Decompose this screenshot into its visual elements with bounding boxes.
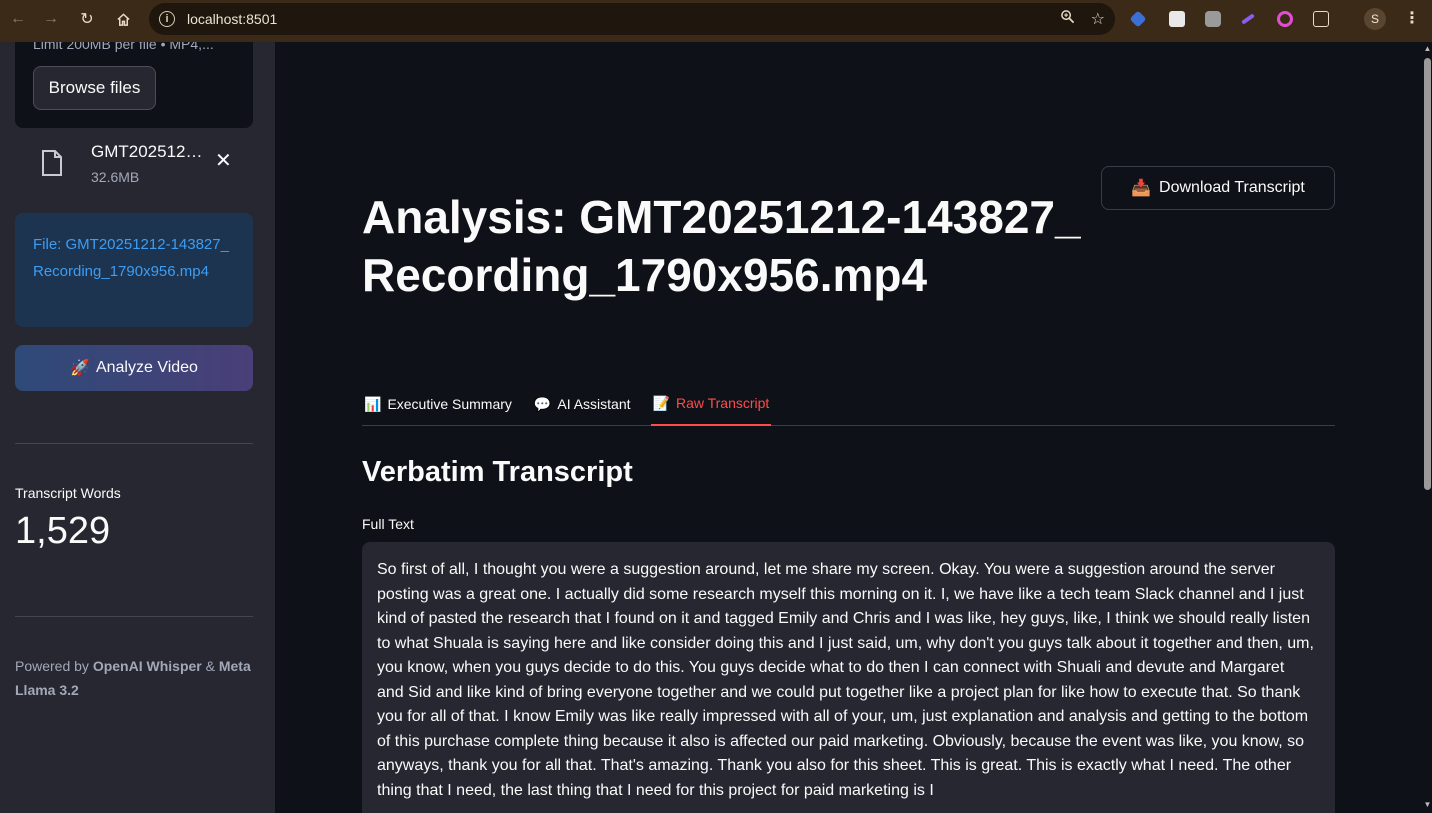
- upload-limit-text: Limit 200MB per file • MP4,...: [33, 42, 214, 52]
- reload-icon[interactable]: ↻: [69, 0, 105, 38]
- sidebar-divider: [15, 616, 253, 617]
- uploaded-file-row: GMT20251212-143827_Recording_1790x956.mp…: [15, 138, 253, 190]
- transcript-textarea[interactable]: So first of all, I thought you were a su…: [362, 542, 1335, 813]
- forward-icon[interactable]: →: [33, 0, 69, 38]
- download-transcript-button[interactable]: 📥 Download Transcript: [1101, 166, 1335, 210]
- browser-toolbar: ← → ↻ i localhost:8501 ☆ S ⋮: [0, 0, 1432, 38]
- rocket-icon: 🚀: [70, 360, 90, 377]
- tab-label: Raw Transcript: [675, 395, 770, 411]
- speech-bubble-icon: 💬: [533, 395, 552, 412]
- site-info-icon[interactable]: i: [159, 11, 175, 27]
- profile-avatar[interactable]: S: [1364, 8, 1386, 30]
- memo-icon: 📝: [652, 394, 670, 411]
- tab-raw-transcript[interactable]: 📝 Raw Transcript: [650, 382, 772, 426]
- extensions-puzzle-icon[interactable]: [1313, 0, 1329, 38]
- tab-bar: 📊 Executive Summary 💬 AI Assistant 📝 Raw…: [362, 382, 1335, 426]
- home-icon[interactable]: [105, 0, 141, 38]
- download-transcript-label: Download Transcript: [1159, 179, 1305, 196]
- scrollbar-thumb[interactable]: [1424, 58, 1431, 490]
- extension-camera-icon[interactable]: [1205, 0, 1221, 38]
- extension-feather-icon[interactable]: [1241, 0, 1255, 38]
- file-icon: [41, 150, 63, 176]
- sidebar: Limit 200MB per file • MP4,... Browse fi…: [0, 42, 275, 813]
- uploaded-file-size: 32.6MB: [91, 169, 140, 185]
- powered-whisper: OpenAI Whisper: [92, 658, 202, 674]
- browse-files-button[interactable]: Browse files: [33, 66, 156, 110]
- tab-label: Executive Summary: [387, 396, 512, 412]
- remove-file-close-icon[interactable]: ✕: [215, 148, 232, 173]
- powered-by-text: Powered by OpenAI Whisper & Meta Llama 3…: [15, 654, 255, 702]
- bookmark-star-icon[interactable]: ☆: [1091, 9, 1105, 29]
- address-bar[interactable]: i localhost:8501 ☆: [149, 3, 1115, 35]
- back-icon[interactable]: ←: [0, 0, 36, 38]
- full-text-label: Full Text: [362, 516, 414, 532]
- sidebar-divider: [15, 443, 253, 444]
- zoom-icon[interactable]: [1060, 9, 1075, 29]
- inbox-tray-icon: 📥: [1131, 180, 1152, 197]
- uploaded-file-name: GMT20251212-143827_Recording_1790x956.mp…: [91, 142, 211, 161]
- metric-label: Transcript Words: [15, 485, 121, 501]
- extension-shield-icon[interactable]: [1129, 0, 1147, 38]
- file-uploader-dropzone[interactable]: Limit 200MB per file • MP4,... Browse fi…: [15, 42, 253, 128]
- powered-prefix: Powered by: [15, 658, 93, 674]
- section-heading: Verbatim Transcript: [362, 456, 633, 488]
- tab-label: AI Assistant: [557, 396, 631, 412]
- analyze-video-label: Analyze Video: [95, 359, 198, 376]
- main-content: 📥 Download Transcript Analysis: GMT20251…: [275, 42, 1423, 813]
- analyze-video-button[interactable]: 🚀 Analyze Video: [15, 345, 253, 391]
- powered-amp: &: [201, 658, 219, 674]
- file-info-box: File: GMT20251212-143827_Recording_1790x…: [15, 213, 253, 327]
- tab-ai-assistant[interactable]: 💬 AI Assistant: [532, 382, 633, 426]
- file-info-text: File: GMT20251212-143827_Recording_1790x…: [33, 236, 229, 280]
- url-text: localhost:8501: [187, 11, 278, 27]
- scroll-down-arrow-icon[interactable]: ▼: [1423, 800, 1432, 810]
- bar-chart-icon: 📊: [364, 395, 382, 412]
- tab-executive-summary[interactable]: 📊 Executive Summary: [362, 382, 514, 426]
- extension-card-icon[interactable]: [1169, 0, 1185, 38]
- browser-menu-icon[interactable]: ⋮: [1404, 8, 1420, 28]
- scroll-up-arrow-icon[interactable]: ▲: [1423, 44, 1432, 54]
- page-title: Analysis: GMT20251212-143827_Recording_1…: [362, 191, 1081, 301]
- metric-value: 1,529: [15, 510, 111, 552]
- extension-color-ring-icon[interactable]: [1277, 0, 1293, 38]
